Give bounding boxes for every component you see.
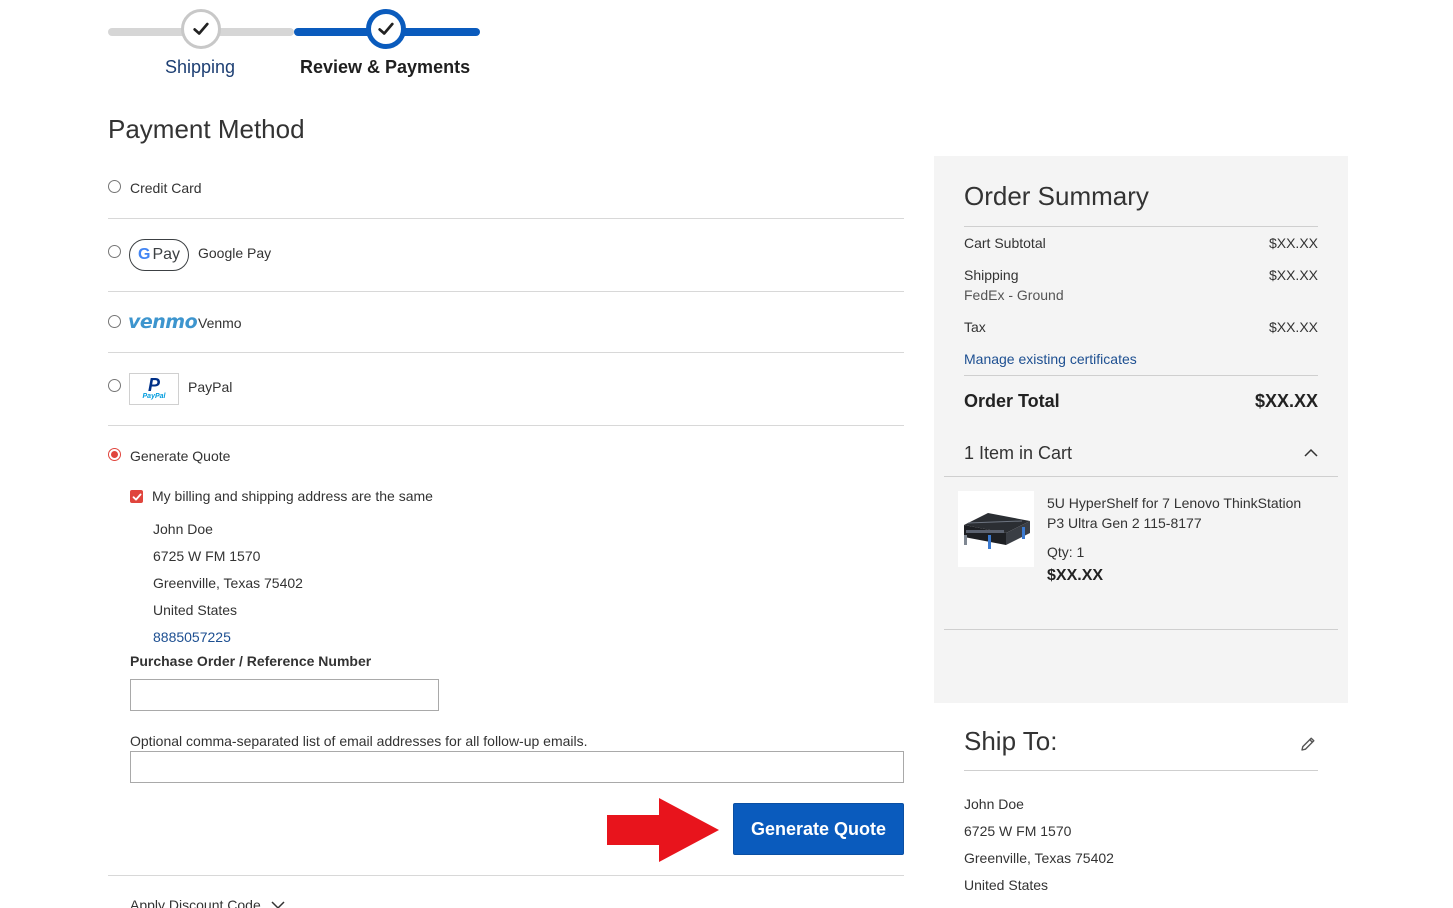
credit-card-radio[interactable] <box>108 180 121 193</box>
credit-card-label[interactable]: Credit Card <box>130 180 202 196</box>
follow-up-emails-input[interactable] <box>130 751 904 783</box>
step-review-label: Review & Payments <box>300 57 471 77</box>
shipping-method: FedEx - Ground <box>964 287 1064 303</box>
venmo-radio[interactable] <box>108 315 121 328</box>
ship-to-country: United States <box>964 877 1049 893</box>
payment-option-google-pay[interactable]: Google Pay <box>108 219 904 292</box>
generate-quote-label[interactable]: Generate Quote <box>130 448 230 464</box>
chevron-down-icon <box>271 901 285 908</box>
product-thumbnail[interactable] <box>958 491 1034 567</box>
payment-option-paypal[interactable]: PayPal <box>108 353 904 426</box>
google-pay-label[interactable]: Google Pay <box>198 245 271 261</box>
product-name-link[interactable]: 5U HyperShelf for 7 Lenovo ThinkStation … <box>1047 493 1317 533</box>
cart-subtotal-label: Cart Subtotal <box>964 235 1046 251</box>
ship-to-city: Greenville, Texas 75402 <box>964 850 1114 866</box>
pencil-edit-icon[interactable] <box>1299 735 1317 753</box>
po-number-label: Purchase Order / Reference Number <box>130 653 372 669</box>
total-divider <box>964 375 1318 376</box>
product-price: $XX.XX <box>1047 567 1104 584</box>
billing-country: United States <box>153 602 238 618</box>
po-number-input[interactable] <box>130 679 439 711</box>
billing-city: Greenville, Texas 75402 <box>153 575 303 591</box>
venmo-logo-icon: venmo <box>128 311 198 333</box>
google-pay-radio[interactable] <box>108 245 121 258</box>
order-total-value: $XX.XX <box>1254 391 1318 411</box>
billing-phone-link[interactable]: 8885057225 <box>153 629 231 645</box>
step-review-check-icon <box>366 9 406 49</box>
checkout-progress: Shipping Review & Payments <box>108 0 488 90</box>
billing-name: John Doe <box>153 521 213 537</box>
product-qty: Qty: 1 <box>1047 544 1085 560</box>
items-in-cart-toggle[interactable]: 1 Item in Cart <box>964 443 1318 467</box>
follow-up-emails-label: Optional comma-separated list of email a… <box>130 733 588 749</box>
paypal-label[interactable]: PayPal <box>188 379 232 395</box>
red-arrow-icon <box>607 798 719 862</box>
ship-to-street: 6725 W FM 1570 <box>964 823 1072 839</box>
google-pay-logo-icon: G Pay <box>129 239 189 271</box>
tax-label: Tax <box>964 319 986 335</box>
google-pay-logo-text: Pay <box>152 246 181 263</box>
paypal-radio[interactable] <box>108 379 121 392</box>
order-summary-panel: Order Summary Cart Subtotal $XX.XX Shipp… <box>934 156 1348 703</box>
items-in-cart-label[interactable]: 1 Item in Cart <box>964 443 1072 464</box>
apply-discount-label[interactable]: Apply Discount Code <box>130 897 261 908</box>
payment-option-venmo[interactable]: Venmo <box>108 292 904 353</box>
apply-discount-toggle[interactable]: Apply Discount Code <box>130 897 285 908</box>
summary-divider <box>964 226 1318 227</box>
payment-method-title: Payment Method <box>108 114 305 144</box>
step-shipping-label[interactable]: Shipping <box>165 57 235 78</box>
cart-bottom-divider <box>944 629 1338 630</box>
generate-quote-button[interactable]: Generate Quote <box>733 803 904 855</box>
chevron-up-icon[interactable] <box>1304 448 1318 458</box>
venmo-label[interactable]: Venmo <box>198 315 242 331</box>
payment-option-credit-card[interactable]: Credit Card <box>108 160 904 219</box>
shipping-label: Shipping <box>964 267 1019 283</box>
cart-subtotal-value: $XX.XX <box>1268 235 1318 251</box>
ship-to-name: John Doe <box>964 796 1024 812</box>
order-total-label: Order Total <box>964 391 1060 411</box>
discount-divider <box>108 875 904 876</box>
billing-same-label[interactable]: My billing and shipping address are the … <box>152 488 433 504</box>
billing-same-checkbox[interactable] <box>130 490 143 503</box>
checkmark-icon <box>132 493 141 500</box>
paypal-logo-text: PayPal <box>142 393 166 400</box>
tax-value: $XX.XX <box>1268 319 1318 335</box>
shipping-value: $XX.XX <box>1268 267 1318 283</box>
ship-to-divider <box>964 770 1318 771</box>
billing-street: 6725 W FM 1570 <box>153 548 261 564</box>
server-shelf-icon <box>964 513 1030 549</box>
manage-certificates-link[interactable]: Manage existing certificates <box>964 351 1137 367</box>
ship-to-title: Ship To: <box>964 726 1058 756</box>
order-summary-title: Order Summary <box>964 181 1149 211</box>
cart-divider <box>944 476 1338 477</box>
step-shipping-check-icon[interactable] <box>181 9 221 49</box>
generate-quote-radio[interactable] <box>108 448 121 461</box>
paypal-logo-icon: P PayPal <box>129 373 179 405</box>
